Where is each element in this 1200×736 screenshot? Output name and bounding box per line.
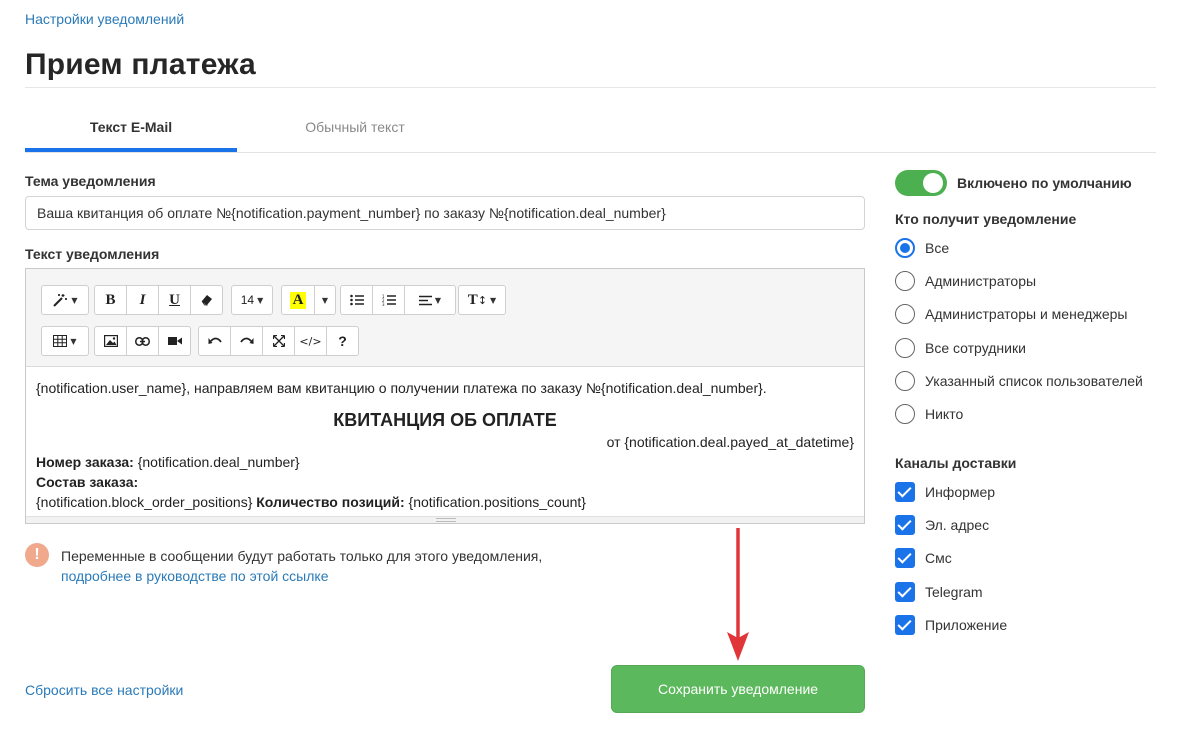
fullscreen-icon[interactable]	[262, 326, 295, 356]
channel-sms[interactable]: Смс	[895, 547, 952, 569]
numbered-list-icon[interactable]: 123	[372, 285, 405, 315]
image-icon[interactable]	[94, 326, 127, 356]
radio-label: Все сотрудники	[925, 340, 1026, 356]
text-height-icon[interactable]: T ↕ ▼	[458, 285, 506, 315]
radio-button[interactable]	[895, 238, 915, 258]
eraser-icon[interactable]	[190, 285, 223, 315]
positions-value: {notification.block_order_positions}	[36, 494, 257, 510]
radio-admins[interactable]: Администраторы	[895, 270, 1036, 292]
order-number-value: {notification.deal_number}	[133, 454, 300, 470]
align-icon[interactable]: ▼	[404, 285, 456, 315]
order-number-label: Номер заказа:	[36, 454, 134, 470]
positions-line: {notification.block_order_positions} Кол…	[36, 492, 854, 512]
channel-app[interactable]: Приложение	[895, 614, 1007, 636]
channel-telegram[interactable]: Telegram	[895, 581, 983, 603]
checkbox[interactable]	[895, 515, 915, 535]
underline-icon[interactable]: U	[158, 285, 191, 315]
warning-icon: !	[25, 543, 49, 567]
italic-icon[interactable]: I	[126, 285, 159, 315]
radio-all-employees[interactable]: Все сотрудники	[895, 337, 1026, 359]
checkbox-label: Информер	[925, 484, 996, 500]
channel-email[interactable]: Эл. адрес	[895, 514, 989, 536]
channel-informer[interactable]: Информер	[895, 481, 995, 503]
reset-settings-link[interactable]: Сбросить все настройки	[25, 682, 183, 698]
radio-label: Администраторы	[925, 273, 1037, 289]
receipt-heading: КВИТАНЦИЯ ОБ ОПЛАТЕ	[333, 410, 557, 430]
tab-plain-text[interactable]: Обычный текст	[237, 106, 473, 152]
code-view-icon[interactable]: </>	[294, 326, 327, 356]
toggle-knob	[923, 173, 943, 193]
notice-text: Переменные в сообщении будут работать то…	[61, 548, 543, 584]
tab-email-text[interactable]: Текст E-Mail	[25, 106, 237, 152]
order-composition-line: Состав заказа:	[36, 472, 854, 492]
checkbox-label: Telegram	[925, 584, 983, 600]
font-color-caret-icon[interactable]: ▼	[314, 285, 336, 315]
radio-button[interactable]	[895, 304, 915, 324]
radio-label: Администраторы и менеджеры	[925, 306, 1128, 322]
order-composition-label: Состав заказа:	[36, 474, 139, 490]
bold-icon[interactable]: B	[94, 285, 127, 315]
undo-icon[interactable]	[198, 326, 231, 356]
editor-toolbar: ▼ B I U 14 ▼ A ▼ 123 ▼ T ↕ ▼ ▼ </> ?	[26, 269, 864, 367]
table-icon[interactable]: ▼	[41, 326, 89, 356]
radio-button[interactable]	[895, 338, 915, 358]
font-color-icon[interactable]: A	[281, 285, 315, 315]
svg-text:3: 3	[382, 302, 385, 306]
rich-text-editor[interactable]: ▼ B I U 14 ▼ A ▼ 123 ▼ T ↕ ▼ ▼ </> ? {no…	[25, 268, 865, 524]
radio-label: Указанный список пользователей	[925, 373, 1143, 389]
save-notification-button[interactable]: Сохранить уведомление	[611, 665, 865, 713]
radio-button[interactable]	[895, 271, 915, 291]
font-size-select[interactable]: 14 ▼	[231, 285, 273, 315]
checkbox[interactable]	[895, 582, 915, 602]
positions-count-label: Количество позиций:	[256, 494, 405, 510]
tab-bar: Текст E-Mail Обычный текст	[25, 106, 1156, 153]
red-arrow-icon	[727, 528, 749, 661]
radio-user-list[interactable]: Указанный список пользователей	[895, 370, 1143, 392]
checkbox-label: Смс	[925, 550, 952, 566]
payment-date-line: от {notification.deal.payed_at_datetime}	[606, 434, 854, 450]
checkbox[interactable]	[895, 548, 915, 568]
radio-label: Никто	[925, 406, 964, 422]
page-title: Прием платежа	[25, 48, 256, 81]
bullet-list-icon[interactable]	[340, 285, 373, 315]
checkbox-label: Приложение	[925, 617, 1008, 633]
toggle-label: Включено по умолчанию	[957, 175, 1132, 191]
link-icon[interactable]	[126, 326, 159, 356]
radio-nobody[interactable]: Никто	[895, 403, 963, 425]
order-number-line: Номер заказа: {notification.deal_number}	[36, 452, 854, 472]
recipients-title: Кто получит уведомление	[895, 211, 1077, 227]
body-label: Текст уведомления	[25, 246, 160, 262]
redo-icon[interactable]	[230, 326, 263, 356]
checkbox-label: Эл. адрес	[925, 517, 990, 533]
channels-title: Каналы доставки	[895, 455, 1017, 471]
radio-label: Все	[925, 240, 950, 256]
title-divider	[25, 87, 1156, 88]
help-icon[interactable]: ?	[326, 326, 359, 356]
subject-input[interactable]	[25, 196, 865, 230]
enabled-by-default-toggle[interactable]	[895, 170, 947, 196]
radio-button[interactable]	[895, 404, 915, 424]
editor-resize-handle[interactable]	[26, 516, 864, 523]
breadcrumb[interactable]: Настройки уведомлений	[25, 11, 184, 27]
editor-content[interactable]: {notification.user_name}, направляем вам…	[26, 368, 864, 518]
guide-link[interactable]: подробнее в руководстве по этой ссылке	[61, 568, 328, 584]
checkbox[interactable]	[895, 615, 915, 635]
checkbox[interactable]	[895, 482, 915, 502]
radio-admins-managers[interactable]: Администраторы и менеджеры	[895, 303, 1127, 325]
greeting-line: {notification.user_name}, направляем вам…	[36, 380, 767, 396]
subject-label: Тема уведомления	[25, 173, 156, 189]
radio-all[interactable]: Все	[895, 237, 949, 259]
magic-wand-icon[interactable]: ▼	[41, 285, 89, 315]
radio-button[interactable]	[895, 371, 915, 391]
positions-count-value: {notification.positions_count}	[404, 494, 586, 510]
video-icon[interactable]	[158, 326, 191, 356]
